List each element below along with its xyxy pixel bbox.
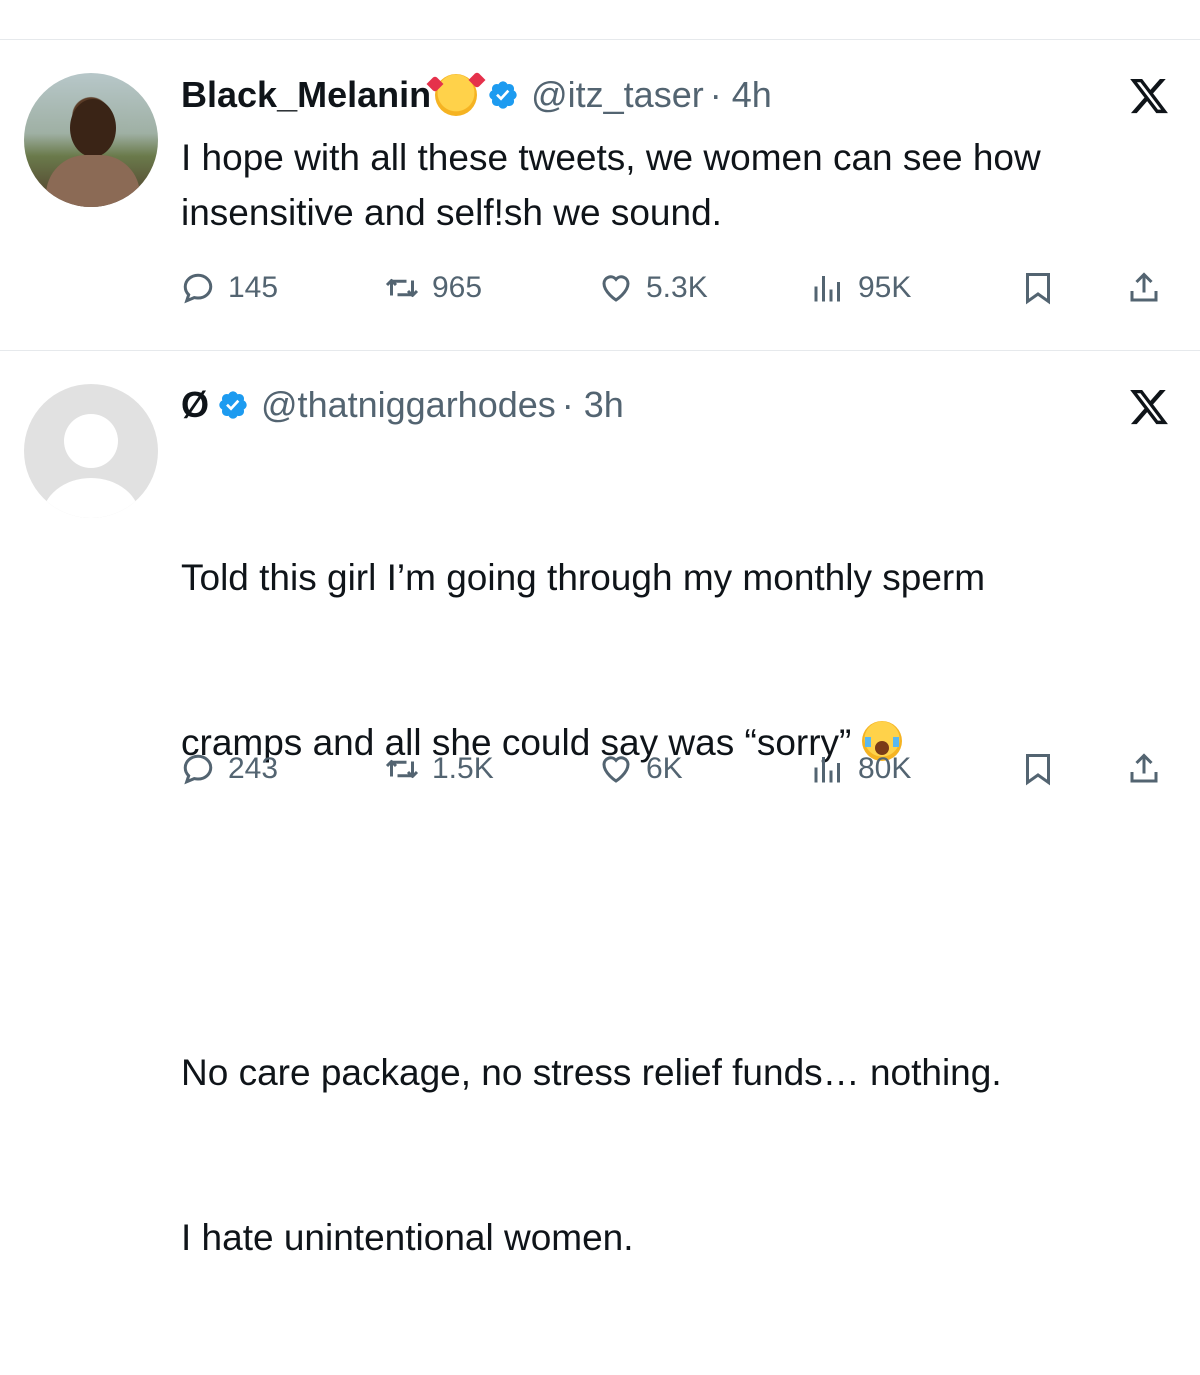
- share-icon: [1130, 753, 1158, 783]
- bookmark-button[interactable]: [1020, 744, 1056, 794]
- avatar[interactable]: [24, 73, 158, 207]
- verified-badge-icon[interactable]: [217, 389, 249, 421]
- heart-icon: [602, 275, 630, 302]
- reply-button[interactable]: 243: [180, 744, 278, 794]
- x-logo-icon: [1130, 78, 1168, 114]
- reply-count: 243: [228, 752, 279, 785]
- repost-button[interactable]: 1.5K: [384, 744, 494, 794]
- views-button[interactable]: 80K: [810, 744, 911, 794]
- tweet-header: Black_Melanin @itz_taser · 4h: [181, 72, 772, 118]
- avatar[interactable]: [24, 384, 158, 518]
- repost-button[interactable]: 965: [384, 263, 482, 313]
- reply-count: 145: [228, 271, 279, 304]
- like-count: 5.3K: [646, 271, 708, 304]
- share-icon: [1130, 272, 1158, 302]
- smiling-face-with-hearts-icon: [435, 74, 478, 116]
- tweet-actions: 145 965 5.3K 95K: [0, 263, 1200, 313]
- tweet-text: I hope with all these tweets, we women c…: [181, 137, 1051, 233]
- repost-icon: [385, 760, 419, 778]
- bookmark-button[interactable]: [1020, 263, 1056, 313]
- reply-button[interactable]: 145: [180, 263, 278, 313]
- tweet-2[interactable]: Ø @thatniggarhodes · 3h Told this girl I…: [0, 350, 1200, 1258]
- repost-count: 1.5K: [432, 752, 494, 785]
- timestamp[interactable]: · 4h: [710, 74, 772, 116]
- display-name[interactable]: Black_Melanin: [181, 74, 431, 116]
- view-count: 80K: [858, 752, 912, 785]
- reply-icon: [183, 754, 213, 785]
- tweet-actions: 243 1.5K 6K 80K: [0, 744, 1200, 794]
- tweet-text: Told this girl I’m going through my mont…: [181, 440, 1181, 1375]
- tweet-text-line: Told this girl I’m going through my mont…: [181, 557, 986, 598]
- verified-badge-icon[interactable]: [487, 79, 519, 111]
- repost-count: 965: [432, 271, 483, 304]
- heart-icon: [602, 756, 630, 783]
- user-handle[interactable]: @itz_taser: [531, 74, 704, 116]
- tweet-header: Ø @thatniggarhodes · 3h: [181, 382, 624, 428]
- tweet-1[interactable]: Black_Melanin @itz_taser · 4h I hope wit…: [0, 0, 1200, 350]
- views-icon: [814, 757, 840, 783]
- timestamp[interactable]: · 3h: [562, 384, 624, 426]
- tweet-text-line: I hate unintentional women.: [181, 1217, 634, 1258]
- like-button[interactable]: 6K: [598, 744, 683, 794]
- share-button[interactable]: [1126, 744, 1162, 794]
- tweet-text-line: No care package, no stress relief funds……: [181, 1052, 1002, 1093]
- x-logo-icon: [1130, 389, 1168, 425]
- reply-icon: [183, 273, 213, 304]
- views-button[interactable]: 95K: [810, 263, 911, 313]
- view-count: 95K: [858, 271, 912, 304]
- repost-icon: [385, 279, 419, 297]
- user-handle[interactable]: @thatniggarhodes: [261, 384, 556, 426]
- display-name[interactable]: Ø: [181, 384, 209, 426]
- views-icon: [814, 276, 840, 302]
- like-count: 6K: [646, 752, 683, 785]
- like-button[interactable]: 5.3K: [598, 263, 708, 313]
- bookmark-icon: [1026, 754, 1050, 786]
- bookmark-icon: [1026, 273, 1050, 305]
- share-button[interactable]: [1126, 263, 1162, 313]
